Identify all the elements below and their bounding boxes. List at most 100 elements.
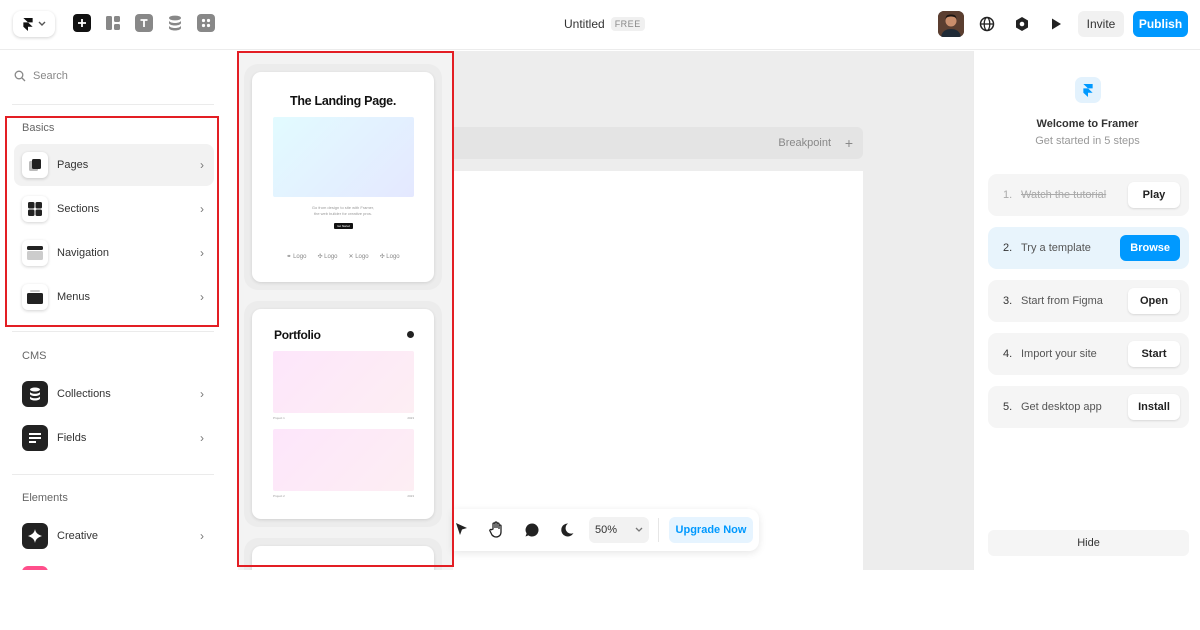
menu-dot-icon — [407, 331, 414, 338]
project-image-placeholder — [273, 429, 414, 491]
fields-icon — [22, 425, 48, 451]
invite-button[interactable]: Invite — [1078, 11, 1124, 37]
sidebar-item-label: Navigation — [57, 247, 109, 259]
template-list: The Landing Page. Go from design to site… — [238, 51, 453, 570]
dark-mode-icon[interactable] — [559, 522, 575, 543]
logo-placeholder: ✕ Logo — [348, 254, 369, 260]
avatar[interactable] — [938, 11, 964, 37]
search-icon — [14, 70, 26, 82]
sections-icon — [22, 196, 48, 222]
sidebar-item-label: Creative — [57, 530, 98, 542]
template-cta-button: Get Started — [334, 223, 353, 229]
sidebar-item-navigation[interactable]: Navigation › — [14, 232, 214, 274]
canvas[interactable]: Breakpoint + 50% Upgrade Now — [453, 51, 973, 570]
project-image-placeholder — [273, 351, 414, 413]
welcome-subtitle: Get started in 5 steps — [1035, 135, 1140, 147]
logo-placeholder: ⚭ Logo — [286, 254, 307, 260]
sidebar-item-pages[interactable]: Pages › — [14, 144, 214, 186]
logo-row: ⚭ Logo ✣ Logo ✕ Logo ✣ Logo — [252, 253, 434, 260]
publish-button[interactable]: Publish — [1133, 11, 1188, 37]
breakpoint-label[interactable]: Breakpoint — [778, 137, 831, 149]
settings-hex-icon[interactable] — [1010, 12, 1034, 36]
logo-placeholder: ✣ Logo — [317, 254, 338, 260]
zoom-select[interactable]: 50% — [589, 517, 649, 543]
sidebar-item-label: Sections — [57, 203, 100, 215]
sparkle-icon — [22, 523, 48, 549]
components-icon[interactable] — [197, 14, 215, 32]
sidebar-item-label: Fields — [57, 432, 87, 444]
sidebar-item-sections[interactable]: Sections › — [14, 188, 214, 230]
start-button[interactable]: Start — [1128, 341, 1180, 367]
framer-editor: Untitled FREE Invite Publish Search Basi… — [0, 0, 1200, 570]
step-number: 5. — [1003, 401, 1013, 413]
insert-panel: Search Basics Pages › Sections › Navigat… — [0, 51, 228, 570]
step-try-template[interactable]: 2. Try a template Browse — [988, 227, 1189, 269]
template-card-portfolio[interactable]: Portfolio Project 1 2023 Project 2 2023 — [244, 301, 442, 527]
template-card-next[interactable] — [244, 538, 442, 570]
template-card-landing[interactable]: The Landing Page. Go from design to site… — [244, 64, 442, 290]
step-number: 2. — [1003, 242, 1013, 254]
pages-icon — [22, 152, 48, 178]
comment-tool-icon[interactable] — [524, 522, 540, 543]
sidebar-item-fields[interactable]: Fields › — [14, 417, 214, 459]
chevron-down-icon — [635, 527, 643, 532]
step-desktop-app[interactable]: 5. Get desktop app Install — [988, 386, 1189, 428]
select-tool-icon[interactable] — [455, 522, 469, 543]
hand-tool-icon[interactable] — [489, 521, 505, 543]
step-import-site[interactable]: 4. Import your site Start — [988, 333, 1189, 375]
step-number: 1. — [1003, 189, 1013, 201]
step-number: 4. — [1003, 348, 1013, 360]
upgrade-button[interactable]: Upgrade Now — [669, 517, 753, 543]
chevron-right-icon: › — [200, 246, 204, 260]
layout-icon[interactable] — [104, 14, 122, 32]
search-placeholder: Search — [33, 70, 68, 82]
menus-icon — [22, 284, 48, 310]
project-title[interactable]: Untitled FREE — [564, 17, 645, 31]
divider — [12, 104, 214, 105]
template-preview: The Landing Page. Go from design to site… — [252, 72, 434, 282]
hero-image-placeholder — [273, 117, 414, 197]
insert-icon[interactable] — [73, 14, 91, 32]
template-preview — [252, 546, 434, 570]
step-number: 3. — [1003, 295, 1013, 307]
chevron-right-icon: › — [200, 202, 204, 216]
sidebar-item-label: Pages — [57, 159, 89, 171]
chevron-down-icon — [38, 21, 45, 26]
add-breakpoint-icon[interactable]: + — [845, 136, 853, 150]
breakpoint-bar: Breakpoint + — [453, 127, 863, 159]
zoom-value: 50% — [595, 524, 618, 536]
template-title: Portfolio — [274, 328, 321, 342]
sidebar-item-creative[interactable]: Creative › — [14, 515, 214, 557]
search-input[interactable]: Search — [14, 70, 68, 82]
step-label: Import your site — [1021, 348, 1097, 360]
chevron-right-icon: › — [200, 158, 204, 172]
step-label: Watch the tutorial — [1021, 189, 1107, 201]
database-icon — [22, 381, 48, 407]
step-label: Get desktop app — [1021, 401, 1102, 413]
step-watch-tutorial[interactable]: 1. Watch the tutorial Play — [988, 174, 1189, 216]
framer-menu-button[interactable] — [13, 11, 55, 37]
top-bar: Untitled FREE Invite Publish — [0, 0, 1200, 50]
template-body-line: the web builder for creative pros. — [313, 211, 373, 216]
step-start-from-figma[interactable]: 3. Start from Figma Open — [988, 280, 1189, 322]
globe-icon[interactable] — [975, 12, 999, 36]
chevron-right-icon: › — [200, 529, 204, 543]
browse-button[interactable]: Browse — [1120, 235, 1180, 261]
sidebar-item-collections[interactable]: Collections › — [14, 373, 214, 415]
open-button[interactable]: Open — [1128, 288, 1180, 314]
step-label: Try a template — [1021, 242, 1091, 254]
text-icon[interactable] — [135, 14, 153, 32]
template-body: Go from design to site with Framer, the … — [252, 205, 434, 217]
install-button[interactable]: Install — [1128, 394, 1180, 420]
play-icon[interactable] — [1044, 12, 1068, 36]
logo-placeholder: ✣ Logo — [379, 254, 400, 260]
template-title: The Landing Page. — [289, 94, 397, 108]
canvas-toolbar: 50% Upgrade Now — [453, 509, 759, 551]
sidebar-item-menus[interactable]: Menus › — [14, 276, 214, 318]
play-button[interactable]: Play — [1128, 182, 1180, 208]
hide-button[interactable]: Hide — [988, 530, 1189, 556]
template-preview: Portfolio Project 1 2023 Project 2 2023 — [252, 309, 434, 519]
chevron-right-icon: › — [200, 290, 204, 304]
cms-icon[interactable] — [166, 14, 184, 32]
framer-logo-icon — [1075, 77, 1101, 103]
